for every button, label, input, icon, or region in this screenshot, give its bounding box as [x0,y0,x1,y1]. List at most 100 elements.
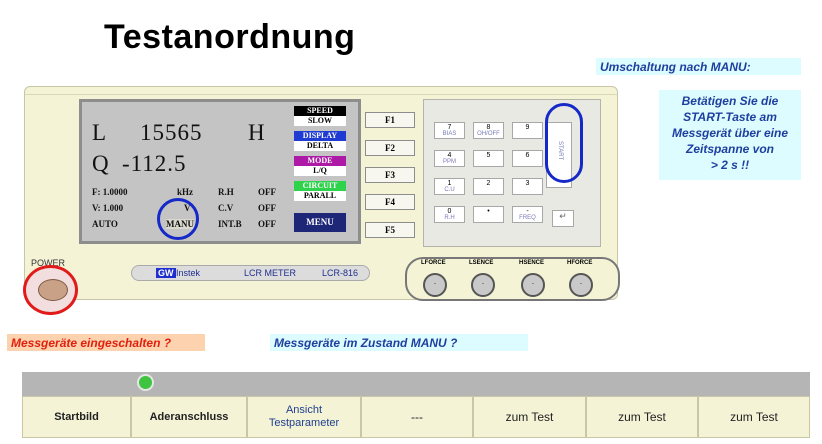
key-sub: PPM [442,159,456,165]
softkey-speed-value: SLOW [294,116,346,126]
umschaltung-note: Umschaltung nach MANU: [596,58,801,75]
key-dot: • [473,206,504,223]
key-2: 2 [473,178,504,195]
start-note-line: Zeitspanne von [685,142,774,156]
key-main: 3 [525,180,530,187]
f4-key: F4 [365,194,415,210]
startbild-button[interactable]: Startbild [22,396,131,438]
device-top-edge [25,87,617,95]
zum-test-button-3[interactable]: zum Test [698,396,810,438]
zum-test-button-2[interactable]: zum Test [586,396,698,438]
softkey-mode-value: L/Q [294,166,346,176]
ansicht-line2: Testparameter [268,417,340,429]
softkey-speed: SPEED [294,106,346,116]
f1-key: F1 [365,112,415,128]
measure-param-1: L [92,120,108,145]
softkey-circuit: CIRCUIT [294,181,346,191]
terminal-lsence: · [471,273,495,297]
manu-state-question: Messgeräte im Zustand MANU ? [270,334,528,351]
terminal-label: HFORCE [567,260,593,266]
softkey-display: DISPLAY [294,131,346,141]
key-8: 8 OH/OFF [473,122,504,139]
key-main: 2 [486,180,491,187]
terminal-label: LSENCE [469,260,494,266]
voltage-label: V: 1.000 [92,203,124,213]
key-main: • [487,208,490,215]
key-sub: R.H [444,215,455,221]
f5-key: F5 [365,222,415,238]
aderanschluss-button[interactable]: Aderanschluss [131,396,247,438]
key-sub: FREQ [519,215,536,221]
freq-label: F: 1.0000 [92,187,128,197]
start-note-line: Betätigen Sie die [681,94,779,108]
terminal-hsence: · [521,273,545,297]
measure-unit-1: H [248,120,266,145]
key-main: 9 [525,124,530,131]
bottom-navigation: Startbild Aderanschluss Ansicht Testpara… [22,396,810,438]
measure-value-1: 15565 [140,120,203,145]
key-main: 4 [447,152,452,159]
measure-param-2: Q [92,151,110,176]
cv-label: C.V [218,203,234,213]
key-1: 1 C.U [434,178,465,195]
f3-key: F3 [365,167,415,183]
f2-key: F2 [365,140,415,156]
manu-highlight-ring [157,198,199,240]
model-number: LCR-816 [322,268,359,278]
ansicht-line1: Ansicht [285,404,323,416]
start-note-line: Messgerät über eine [671,126,789,140]
freq-unit: kHz [177,187,194,197]
key-7: 7 BIAS [434,122,465,139]
start-instruction-note: Betätigen Sie die START-Taste am Messger… [659,90,801,180]
model-label: LCR METER [244,268,297,278]
status-led-icon [137,374,154,391]
key-6: 6 [512,150,543,167]
power-question: Messgeräte eingeschalten ? [7,334,205,351]
softkey-mode: MODE [294,156,346,166]
softkey-display-value: DELTA [294,141,346,151]
auto-label: AUTO [92,219,118,229]
start-note-line: START-Taste am [683,110,777,124]
device-display: L 15565 H Q -112.5 F: 1.0000 kHz R.H OFF… [79,99,361,244]
terminal-hforce: · [569,273,593,297]
key-5: 5 [473,150,504,167]
cv-state: OFF [258,203,276,213]
power-button [38,279,68,301]
terminal-lforce: · [423,273,447,297]
key-sub: C.U [444,187,455,193]
softkey-circuit-value: PARALL [294,191,346,201]
dashes-button[interactable]: --- [361,396,473,438]
softkey-menu: MENU [294,213,346,232]
measure-value-2: -112.5 [122,151,187,176]
key-main: 6 [525,152,530,159]
function-key-panel: F1 F2 F3 F4 F5 [361,105,423,255]
key-9: 9 [512,122,543,139]
enter-key: ↵ [552,210,574,227]
key-main: 5 [486,152,491,159]
rh-label: R.H [218,187,234,197]
key-sub: BIAS [442,131,457,137]
rh-state: OFF [258,187,276,197]
zum-test-button-1[interactable]: zum Test [473,396,586,438]
key-main: 0 [447,208,452,215]
terminal-block: LFORCE LSENCE HSENCE HFORCE · · · · [405,257,620,301]
start-key-highlight-ring [545,103,583,183]
key-0: 0 R.H [434,206,465,223]
terminal-label: HSENCE [519,260,545,266]
key-main: 1 [447,180,452,187]
lcr-meter-device: L 15565 H Q -112.5 F: 1.0000 kHz R.H OFF… [24,86,620,301]
key-main: 7 [447,124,452,131]
brand-name: Instek [176,268,201,278]
brand-logo: GW [156,268,176,278]
key-main: 8 [486,124,491,131]
page-title: Testanordnung [104,18,356,56]
start-note-line: > 2 s !! [710,158,750,172]
brand-bar: GW Instek LCR METER LCR-816 [131,265,370,281]
ansicht-testparameter-button[interactable]: Ansicht Testparameter [247,396,361,438]
terminal-label: LFORCE [421,260,446,266]
key-main: - [526,208,529,215]
intb-state: OFF [258,219,276,229]
key-minus: - FREQ [512,206,543,223]
key-sub: OH/OFF [477,131,500,137]
intb-label: INT.B [218,219,242,229]
